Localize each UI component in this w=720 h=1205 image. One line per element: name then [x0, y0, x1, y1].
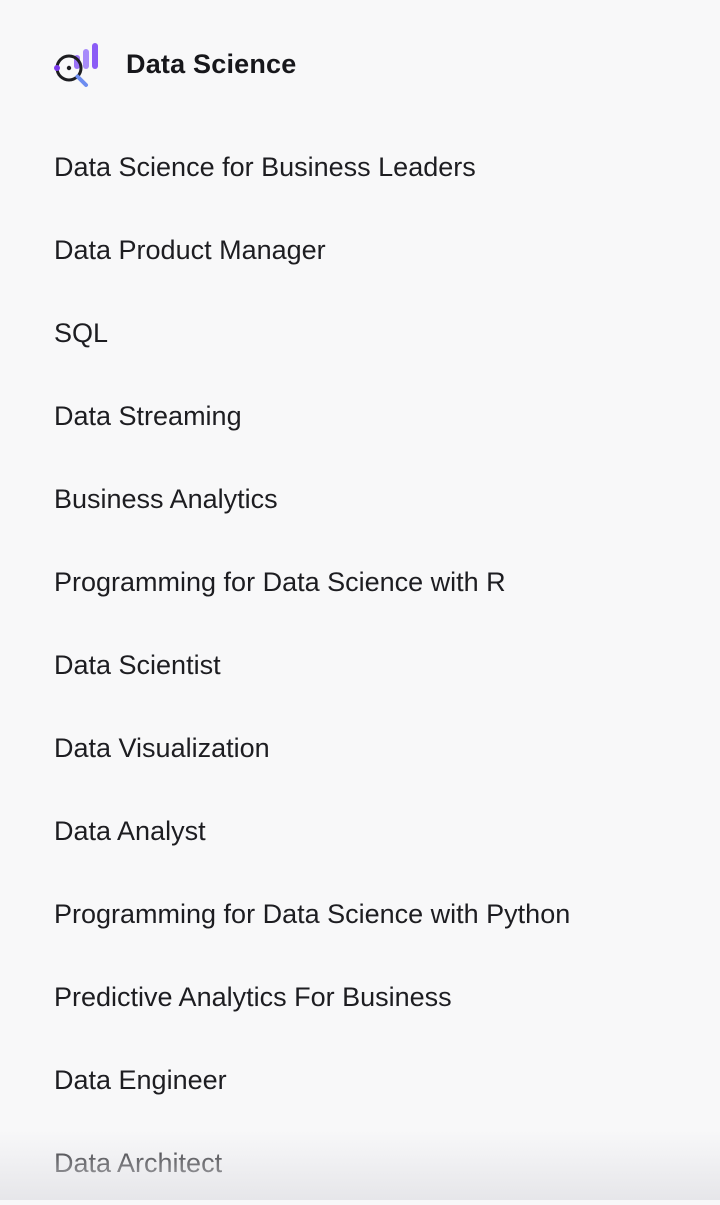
menu-item-programming-python[interactable]: Programming for Data Science with Python: [54, 873, 570, 956]
menu-item-data-scientist[interactable]: Data Scientist: [54, 624, 570, 707]
menu-item-programming-r[interactable]: Programming for Data Science with R: [54, 541, 570, 624]
menu-item-data-architect[interactable]: Data Architect: [54, 1122, 570, 1205]
menu-item-data-streaming[interactable]: Data Streaming: [54, 375, 570, 458]
menu-item-data-analyst[interactable]: Data Analyst: [54, 790, 570, 873]
menu-item-business-analytics[interactable]: Business Analytics: [54, 458, 570, 541]
menu-item-data-science-for-business-leaders[interactable]: Data Science for Business Leaders: [54, 126, 570, 209]
data-science-menu-panel: Data Science Data Science for Business L…: [0, 0, 720, 1200]
menu-item-data-product-manager[interactable]: Data Product Manager: [54, 209, 570, 292]
section-title: Data Science: [126, 48, 297, 79]
menu-item-sql[interactable]: SQL: [54, 292, 570, 375]
menu-item-data-visualization[interactable]: Data Visualization: [54, 707, 570, 790]
program-list: Data Science for Business Leaders Data P…: [54, 126, 570, 1205]
menu-item-data-engineer[interactable]: Data Engineer: [54, 1039, 570, 1122]
section-header[interactable]: Data Science: [52, 38, 297, 90]
data-science-icon: [54, 43, 98, 87]
menu-item-predictive-analytics[interactable]: Predictive Analytics For Business: [54, 956, 570, 1039]
